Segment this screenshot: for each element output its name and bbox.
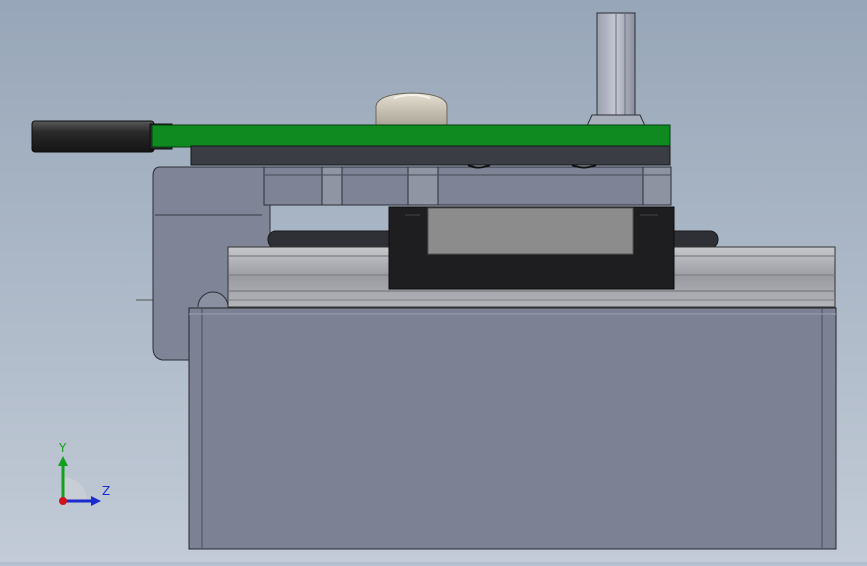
screw-head[interactable]	[375, 92, 448, 127]
cad-graphics-viewport[interactable]: Y Z	[0, 0, 867, 562]
upper-mount-plate[interactable]	[263, 166, 672, 206]
motor-housing[interactable]	[188, 307, 837, 550]
axis-z-label: Z	[102, 484, 111, 498]
rail-carriage[interactable]	[388, 206, 675, 290]
origin-dot-icon	[59, 497, 67, 505]
axis-y-label: Y	[59, 441, 67, 455]
connector-rod[interactable]	[31, 120, 173, 153]
triad-arc	[63, 477, 87, 501]
model-view[interactable]	[0, 0, 867, 562]
pcb-board[interactable]	[151, 124, 671, 169]
orientation-triad[interactable]: Y Z	[48, 440, 118, 510]
